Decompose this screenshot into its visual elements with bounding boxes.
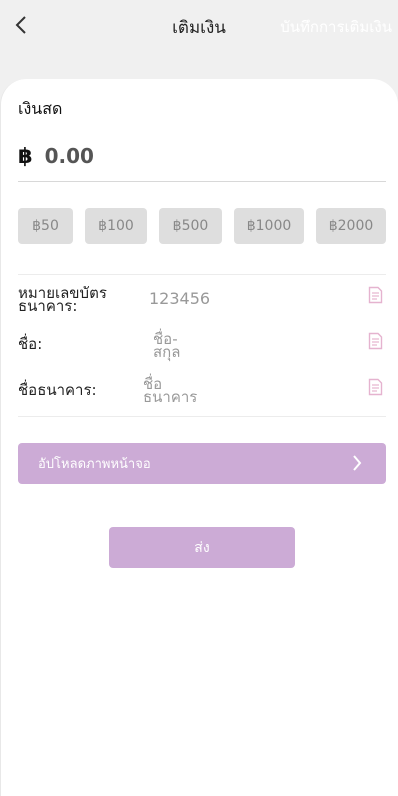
recharge-history-link[interactable]: บันทึกการเติมเงิน — [280, 15, 392, 39]
divider — [18, 274, 386, 275]
amount-input[interactable] — [44, 143, 345, 169]
bank-account-label: หมายเลขบัตร ธนาคาร: — [18, 284, 107, 315]
divider — [18, 416, 386, 417]
quick-amount-group: ฿50 ฿100 ฿500 ฿1000 ฿2000 — [18, 208, 386, 244]
baht-symbol: ฿ — [18, 144, 33, 168]
submit-button[interactable]: ส่ง — [109, 527, 295, 568]
upload-screenshot-button[interactable]: อัปโหลดภาพหน้าจอ — [18, 443, 386, 484]
quick-amount-50[interactable]: ฿50 — [18, 208, 73, 244]
cash-section-title: เงินสด — [18, 99, 63, 118]
header: เติมเงิน บันทึกการเติมเงิน — [0, 0, 398, 50]
chevron-right-icon — [353, 455, 362, 471]
bank-account-value: 123456 — [149, 289, 211, 308]
name-value: ชื่อ- สกุล — [153, 330, 181, 361]
upload-label: อัปโหลดภาพหน้าจอ — [38, 457, 151, 472]
amount-row: ฿ — [18, 143, 386, 182]
copy-document-icon[interactable] — [368, 332, 383, 350]
copy-document-icon[interactable] — [368, 378, 383, 396]
bank-name-label: ชื่อธนาคาร: — [18, 381, 97, 399]
quick-amount-500[interactable]: ฿500 — [159, 208, 222, 244]
quick-amount-2000[interactable]: ฿2000 — [316, 208, 386, 244]
recharge-card: เงินสด ฿ ฿50 ฿100 ฿500 ฿1000 ฿2000 หมายเ… — [0, 79, 398, 796]
copy-document-icon[interactable] — [368, 286, 383, 304]
quick-amount-1000[interactable]: ฿1000 — [234, 208, 304, 244]
bank-name-value: ชื่อ ธนาคาร — [143, 375, 198, 406]
recharge-screen: เติมเงิน บันทึกการเติมเงิน เงินสด ฿ ฿50 … — [0, 0, 398, 796]
quick-amount-100[interactable]: ฿100 — [85, 208, 147, 244]
name-label: ชื่อ: — [18, 335, 43, 353]
